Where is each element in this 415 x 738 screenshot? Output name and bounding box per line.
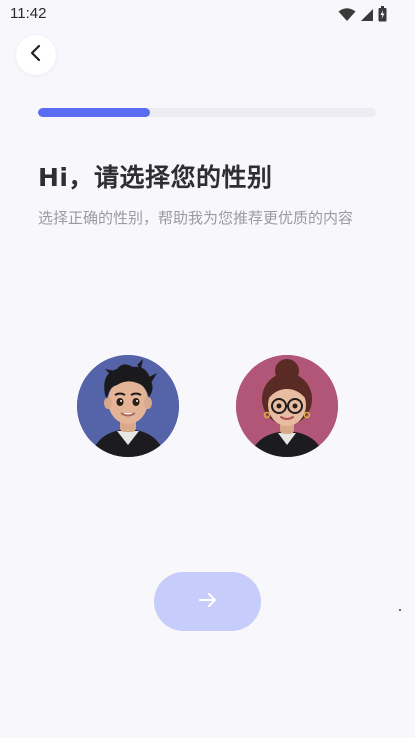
female-avatar-option[interactable]	[236, 355, 338, 457]
page-title: Hi，请选择您的性别	[38, 163, 273, 192]
next-button[interactable]	[154, 572, 261, 631]
status-icons	[338, 6, 387, 26]
female-avatar-illustration	[236, 355, 338, 457]
male-avatar-option[interactable]	[77, 355, 179, 457]
battery-icon	[378, 6, 387, 26]
progress-bar	[38, 108, 376, 117]
page-subtitle: 选择正确的性别，帮助我为您推荐更优质的内容	[38, 209, 354, 227]
back-button[interactable]	[16, 35, 56, 75]
progress-fill	[38, 108, 150, 117]
male-avatar-illustration	[77, 355, 179, 457]
artifact-dot	[399, 609, 401, 611]
status-time: 11:42	[10, 5, 47, 22]
chevron-left-icon	[29, 44, 43, 66]
arrow-right-icon	[198, 591, 218, 613]
cellular-signal-icon	[360, 7, 374, 26]
status-bar: 11:42	[0, 0, 415, 30]
wifi-icon	[338, 7, 356, 26]
